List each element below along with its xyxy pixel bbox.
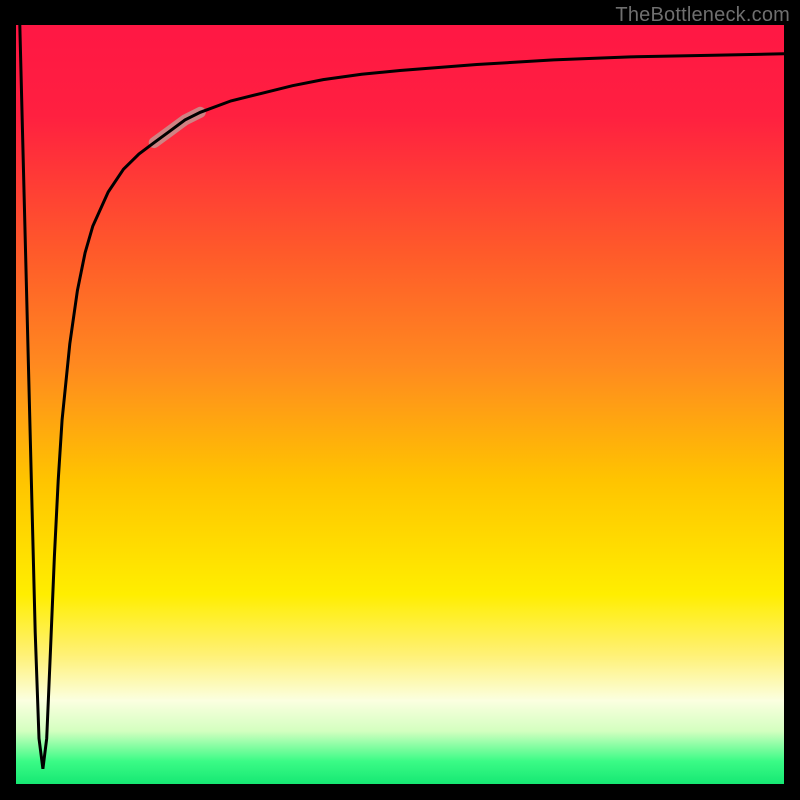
chart-canvas (16, 25, 784, 784)
gradient-backdrop (16, 25, 784, 784)
attribution-text: TheBottleneck.com (615, 4, 790, 27)
chart-frame (16, 25, 784, 784)
